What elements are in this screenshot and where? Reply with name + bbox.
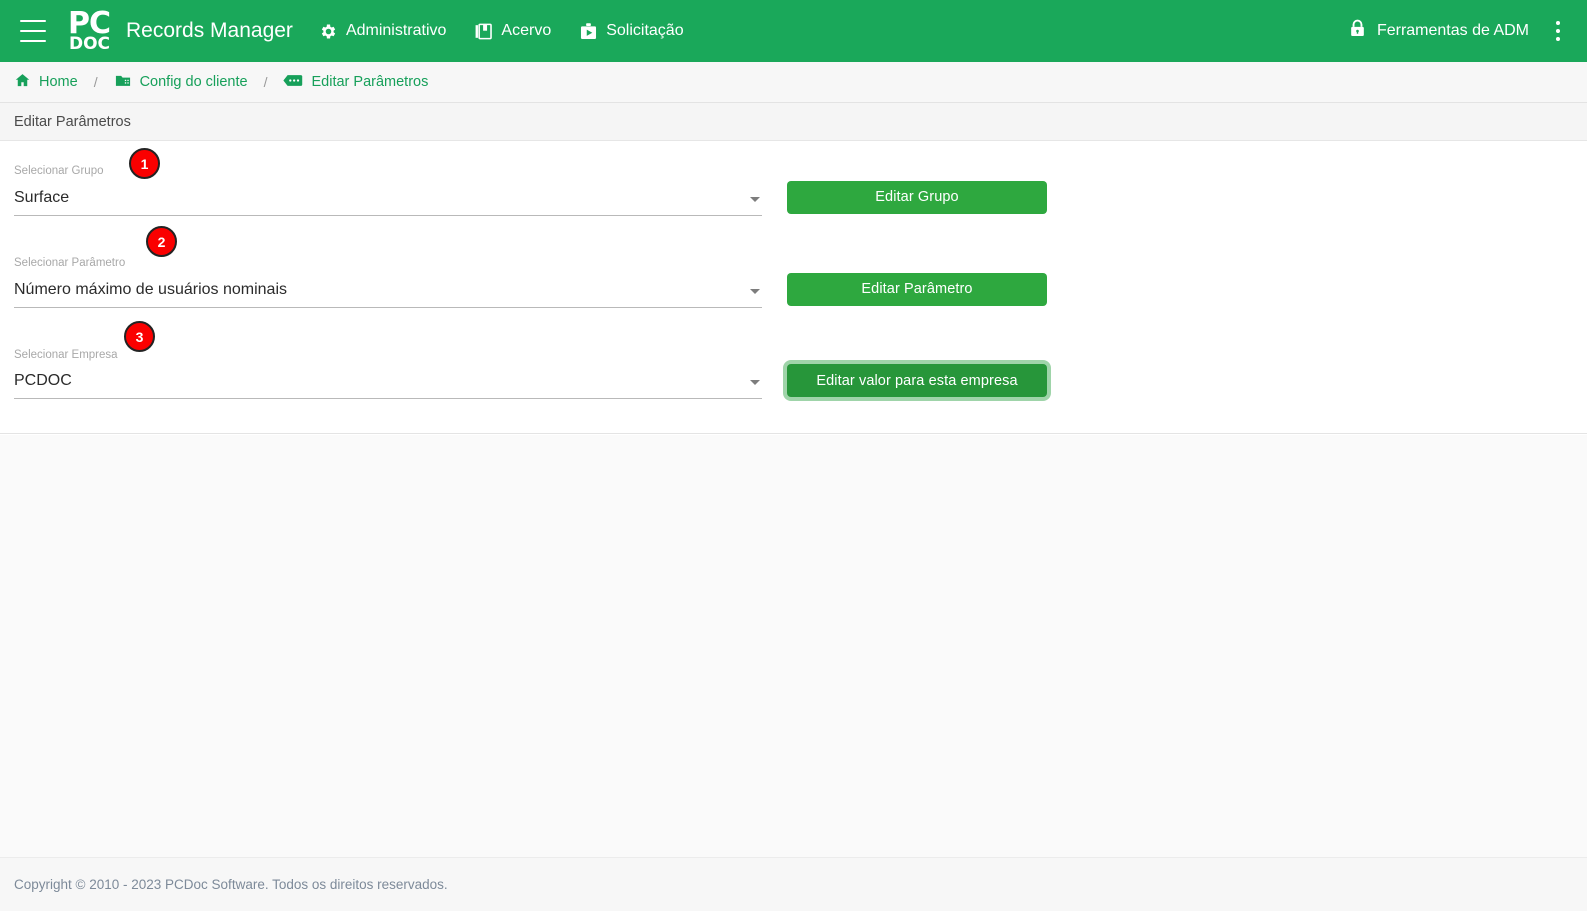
page-title-bar: Editar Parâmetros — [0, 103, 1587, 141]
breadcrumb-label: Home — [39, 74, 78, 90]
nav-item-acervo[interactable]: Acervo — [474, 22, 551, 41]
pcdoc-logo[interactable]: PC DOC — [68, 9, 111, 54]
editar-grupo-button[interactable]: Editar Grupo — [787, 180, 1047, 214]
chevron-down-icon[interactable] — [750, 196, 760, 202]
select-empresa-value: PCDOC — [14, 372, 72, 390]
select-parametro-control[interactable]: Número máximo de usuários nominais — [14, 280, 762, 308]
editar-grupo-button-col: Editar Grupo — [787, 180, 1047, 216]
hamburger-bar — [20, 40, 46, 42]
kebab-menu-icon[interactable] — [1547, 18, 1569, 44]
editar-valor-empresa-button-col: Editar valor para esta empresa — [787, 364, 1047, 399]
select-grupo-field[interactable]: Selecionar Grupo Surface — [14, 165, 762, 216]
breadcrumb-item-editar-parametros[interactable]: Editar Parâmetros — [283, 73, 428, 92]
folder-plus-icon — [114, 72, 132, 93]
footer: Copyright © 2010 - 2023 PCDoc Software. … — [0, 857, 1587, 911]
logo-line-doc: DOC — [68, 34, 111, 54]
home-icon — [14, 72, 31, 93]
select-parametro-value: Número máximo de usuários nominais — [14, 280, 287, 298]
hamburger-bar — [20, 30, 46, 32]
breadcrumb: Home / Config do cliente / Editar Parâme… — [0, 62, 1587, 103]
form-row-empresa: Selecionar Empresa PCDOC Editar valor pa… — [0, 349, 1587, 400]
ferramentas-adm-button[interactable]: Ferramentas de ADM — [1348, 18, 1529, 44]
request-play-icon — [579, 22, 598, 41]
app-root: PC DOC Records Manager Administrativo Ac… — [0, 0, 1587, 911]
kebab-dot — [1556, 29, 1560, 33]
select-empresa-field[interactable]: Selecionar Empresa PCDOC — [14, 349, 762, 400]
select-empresa-control[interactable]: PCDOC — [14, 371, 762, 400]
editar-parametro-button-col: Editar Parâmetro — [787, 272, 1047, 308]
kebab-dot — [1556, 37, 1560, 41]
select-empresa-label: Selecionar Empresa — [14, 348, 118, 361]
library-books-icon — [474, 22, 493, 41]
nav-item-administrativo[interactable]: Administrativo — [319, 22, 446, 41]
content-area — [0, 434, 1587, 857]
editar-parametro-button[interactable]: Editar Parâmetro — [787, 272, 1047, 306]
select-parametro-label: Selecionar Parâmetro — [14, 256, 126, 269]
hamburger-icon[interactable] — [20, 20, 46, 42]
nav-item-label: Solicitação — [606, 22, 684, 39]
nav-item-label: Acervo — [501, 22, 552, 39]
nav-item-label: Administrativo — [345, 22, 447, 39]
app-title: Records Manager — [126, 19, 293, 42]
breadcrumb-separator: / — [93, 74, 98, 90]
top-app-bar: PC DOC Records Manager Administrativo Ac… — [0, 0, 1587, 62]
form-row-grupo: Selecionar Grupo Surface Editar Grupo — [0, 165, 1587, 216]
breadcrumb-item-home[interactable]: Home — [14, 72, 78, 93]
breadcrumb-item-config-do-cliente[interactable]: Config do cliente — [114, 72, 248, 93]
copyright-text: Copyright © 2010 - 2023 PCDoc Software. … — [14, 877, 448, 892]
select-grupo-control[interactable]: Surface — [14, 188, 762, 216]
page-title: Editar Parâmetros — [14, 113, 131, 130]
chevron-down-icon[interactable] — [750, 288, 760, 294]
select-grupo-value: Surface — [14, 188, 70, 206]
ellipsis-tag-icon — [283, 73, 303, 92]
editar-valor-para-esta-empresa-button[interactable]: Editar valor para esta empresa — [787, 364, 1047, 398]
breadcrumb-separator: / — [263, 74, 268, 90]
form-row-parametro: Selecionar Parâmetro Número máximo de us… — [0, 257, 1587, 308]
hamburger-bar — [20, 20, 46, 22]
chevron-down-icon[interactable] — [750, 380, 760, 386]
select-parametro-field[interactable]: Selecionar Parâmetro Número máximo de us… — [14, 257, 762, 308]
edit-parameters-form: Selecionar Grupo Surface Editar Grupo Se… — [0, 141, 1587, 435]
breadcrumb-label: Editar Parâmetros — [311, 74, 429, 90]
nav-item-solicitacao[interactable]: Solicitação — [579, 22, 684, 41]
kebab-dot — [1556, 21, 1560, 25]
gear-icon — [319, 22, 338, 41]
select-grupo-label: Selecionar Grupo — [14, 165, 104, 177]
breadcrumb-label: Config do cliente — [139, 74, 248, 90]
lock-icon — [1348, 18, 1367, 44]
ferramentas-adm-label: Ferramentas de ADM — [1376, 22, 1529, 39]
